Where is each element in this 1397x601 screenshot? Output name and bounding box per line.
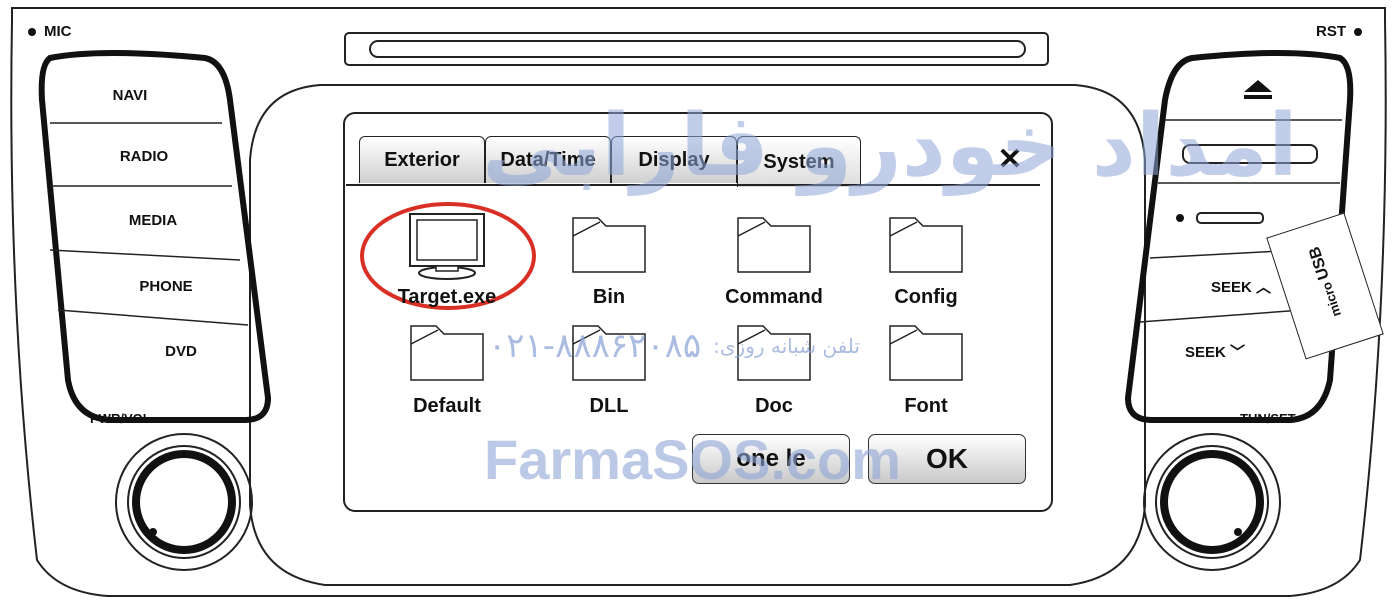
rst-label: RST: [1316, 23, 1346, 40]
folder-icon-font[interactable]: [887, 322, 965, 382]
pwr-vol-label: PWR/VOL: [90, 411, 151, 426]
item-label-dll: DLL: [589, 395, 629, 417]
watermark-site: FarmaSOS.com: [484, 428, 902, 491]
item-label-font: Font: [904, 395, 948, 417]
watermark-phone-number: ۰۲۱-۸۸۸۶۲۰۸۵: [488, 326, 702, 366]
tun-set-label: TUN/SET: [1240, 411, 1296, 426]
folder-icon-command[interactable]: [735, 214, 813, 274]
item-label-command: Command: [725, 286, 823, 308]
item-label-bin: Bin: [592, 286, 626, 308]
seek-down-button[interactable]: SEEK ﹀: [1170, 337, 1260, 365]
navi-button[interactable]: NAVI: [90, 80, 170, 110]
item-label-target: Target.exe: [397, 286, 497, 308]
tun-set-knob[interactable]: [1140, 430, 1284, 574]
mic-indicator: MIC: [28, 23, 72, 40]
item-label-config: Config: [894, 286, 958, 308]
usb-card-micro: micro: [1318, 280, 1344, 319]
item-label-doc: Doc: [755, 395, 793, 417]
folder-icon-config[interactable]: [887, 214, 965, 274]
seek-up-button[interactable]: SEEK ︿: [1196, 272, 1286, 300]
folder-icon-bin[interactable]: [570, 214, 648, 274]
mic-label: MIC: [44, 23, 72, 40]
dvd-button[interactable]: DVD: [141, 336, 221, 366]
rst-dot-icon: [1354, 27, 1362, 36]
mic-dot-icon: [28, 27, 36, 36]
phone-button[interactable]: PHONE: [126, 271, 206, 301]
usb-card-usb: USB: [1306, 244, 1333, 282]
microusb-slot[interactable]: [1176, 212, 1264, 224]
watermark-phone: ۰۲۱-۸۸۸۶۲۰۸۵ تلفن شبانه روزی:: [488, 326, 860, 366]
slot-dot-icon: [1176, 214, 1184, 222]
watermark-phone-label: تلفن شبانه روزی:: [713, 334, 860, 358]
radio-button[interactable]: RADIO: [104, 141, 184, 171]
rst-button[interactable]: RST: [1316, 23, 1362, 40]
media-button[interactable]: MEDIA: [113, 205, 193, 235]
pwr-vol-knob[interactable]: [112, 430, 256, 574]
item-label-default: Default: [413, 395, 481, 417]
watermark-persian-name: امداد خودرو فارابی: [482, 96, 1298, 196]
folder-icon-default[interactable]: [408, 322, 486, 382]
tab-exterior[interactable]: Exterior: [359, 136, 485, 183]
